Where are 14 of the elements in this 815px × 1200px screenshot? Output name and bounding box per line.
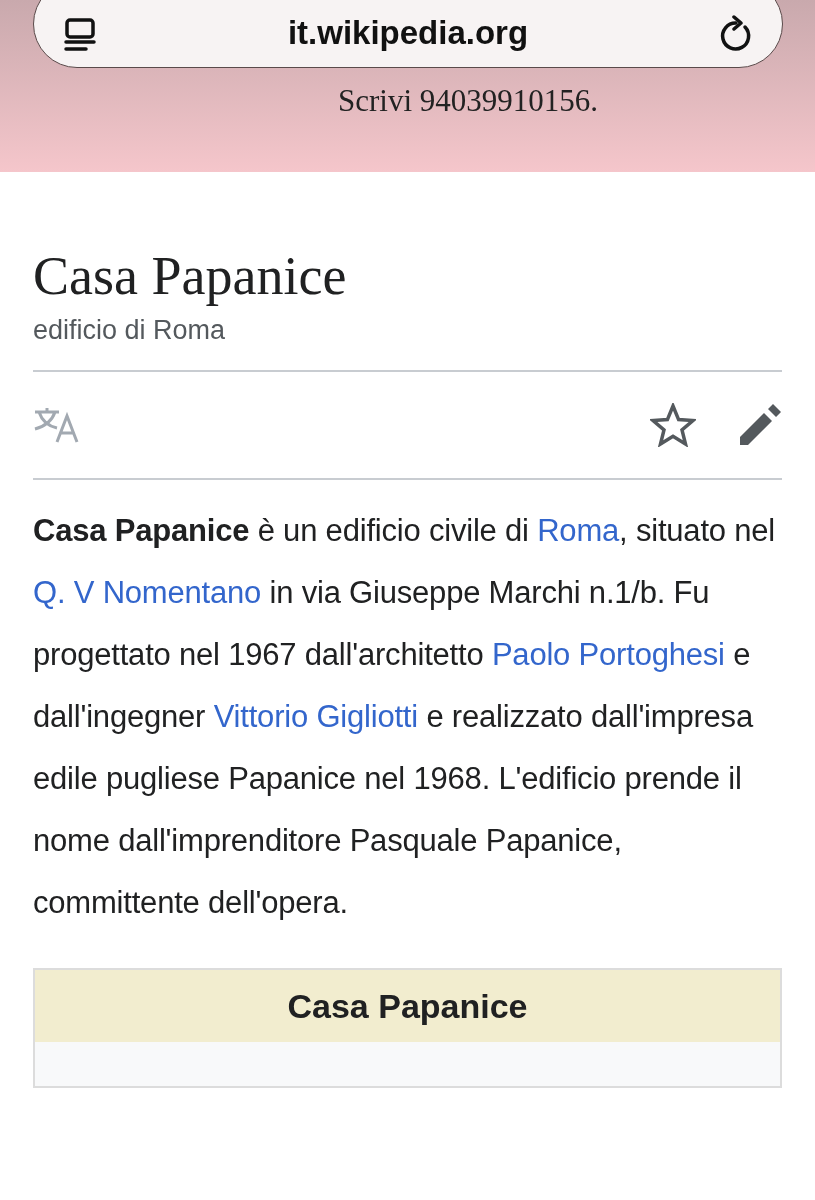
article-link[interactable]: Vittorio Gigliotti <box>213 699 418 734</box>
article-subtitle: edificio di Roma <box>33 314 227 347</box>
menu-icon[interactable] <box>62 17 98 53</box>
banner-text: Scrivi 94039910156. <box>338 81 599 120</box>
article-title: Casa Papanice <box>33 245 348 308</box>
address-bar[interactable]: it.wikipedia.org <box>33 0 783 68</box>
article-link[interactable]: Roma <box>537 513 620 548</box>
url-text: it.wikipedia.org <box>287 13 529 53</box>
article-link[interactable]: Paolo Portoghesi <box>491 637 725 672</box>
infobox-title: Casa Papanice <box>287 985 528 1027</box>
article-paragraph: Casa Papanice è un edificio civile di Roma, situato nel Q. V Nomentano in via Giuseppe Marchi n.1/b. Fu progettato nel 1967 dall'architetto Paolo Portoghesi e dall'ingegner Vittorio Gigliotti e realizzato dall'impresa edile pugliese Papanice nel 1968. L'edificio prende il nome dall'imprenditore Pasquale Papanice, committente dell'opera. <box>33 512 777 922</box>
star-icon[interactable] <box>650 403 696 447</box>
article-link[interactable]: Q. V Nomentano <box>33 575 262 610</box>
edit-icon[interactable] <box>738 403 782 447</box>
